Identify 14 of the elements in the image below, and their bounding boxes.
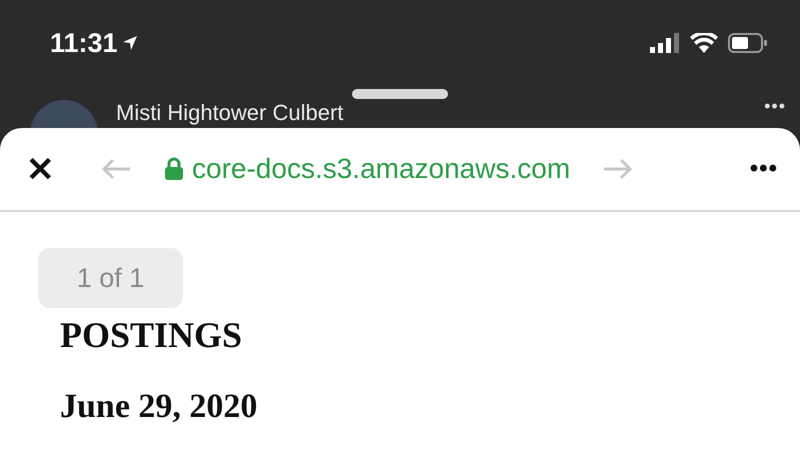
location-arrow-icon <box>122 35 138 51</box>
lock-icon <box>164 157 184 181</box>
wifi-icon <box>690 33 718 53</box>
more-button[interactable]: ••• <box>750 155 778 183</box>
document-heading: POSTINGS <box>60 314 244 356</box>
sheet-grabber[interactable] <box>352 89 448 99</box>
close-button[interactable]: ✕ <box>22 148 58 190</box>
more-text: ••• <box>764 96 786 116</box>
page-indicator: 1 of 1 <box>38 248 183 308</box>
document-date: June 29, 2020 <box>60 388 258 426</box>
user-name: Misti Hightower Culbert <box>116 101 344 125</box>
signal-icon <box>650 33 680 53</box>
battery-icon <box>728 33 768 53</box>
clock-time: 11:31 <box>50 28 138 58</box>
